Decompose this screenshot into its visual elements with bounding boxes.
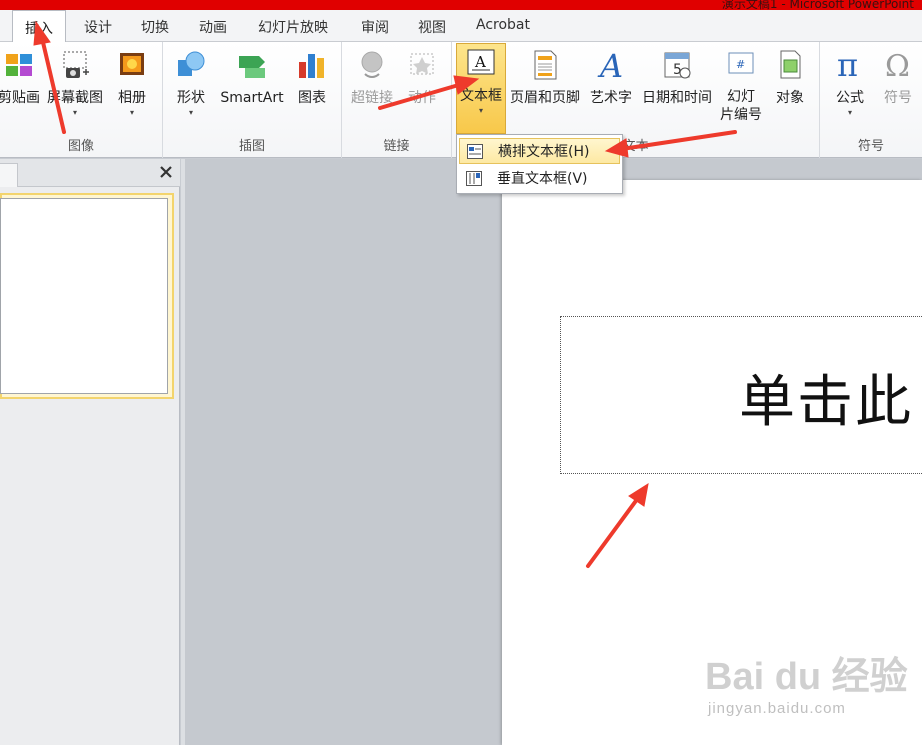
group-image: 剪贴画 屏幕截图 ▾ 相册 ▾ 图像	[0, 42, 163, 158]
menu-item-vertical-textbox[interactable]: 垂直文本框(V)	[459, 166, 620, 192]
tab-view[interactable]: 视图	[418, 17, 446, 37]
chart-button[interactable]: 图表	[293, 46, 331, 108]
tab-review[interactable]: 审阅	[361, 17, 389, 37]
group-label-symbols: 符号	[857, 139, 884, 154]
group-links: 超链接 动作 链接	[342, 42, 452, 158]
svg-text:A: A	[597, 48, 623, 82]
wordart-button[interactable]: A 艺术字	[587, 46, 635, 108]
tab-transitions[interactable]: 切换	[141, 17, 169, 37]
group-label-links: 链接	[383, 139, 410, 154]
datetime-button[interactable]: 5 日期和时间	[638, 46, 716, 108]
clipart-button[interactable]: 剪贴画	[0, 46, 40, 108]
tab-slideshow[interactable]: 幻灯片放映	[258, 17, 328, 37]
screenshot-button[interactable]: 屏幕截图 ▾	[44, 46, 106, 118]
album-icon	[120, 53, 144, 75]
textbox-dropdown-menu: 横排文本框(H) 垂直文本框(V)	[456, 134, 623, 194]
globe-link-icon	[361, 51, 383, 78]
group-symbols: π 公式 ▾ Ω 符号 符号	[820, 42, 922, 158]
chevron-down-icon: ▾	[72, 108, 77, 117]
horizontal-textbox-icon	[467, 144, 483, 159]
textbox-button[interactable]: A 文本框 ▾	[456, 43, 506, 134]
omega-icon: Ω	[885, 49, 910, 82]
watermark-url: jingyan.baidu.com	[708, 700, 846, 717]
album-button[interactable]: 相册 ▾	[112, 46, 152, 118]
group-label-illustrations: 插图	[238, 139, 265, 154]
watermark-logo: Bai du 经验	[705, 656, 908, 698]
slide-thumbnail[interactable]	[0, 198, 168, 394]
chevron-down-icon: ▾	[129, 108, 134, 117]
slides-pane-header	[0, 159, 180, 187]
header-footer-icon	[534, 50, 557, 80]
shapes-icon	[178, 51, 205, 76]
title-bar: 演示文稿1 - Microsoft PowerPoint	[0, 0, 922, 11]
svg-text:Ω: Ω	[885, 49, 910, 82]
ribbon-tabs: 插入 设计 切换 动画 幻灯片放映 审阅 视图 Acrobat	[0, 10, 922, 43]
vertical-textbox-icon	[466, 171, 482, 186]
svg-text:π: π	[837, 48, 858, 82]
equation-button[interactable]: π 公式 ▾	[830, 46, 870, 118]
action-button[interactable]: 动作	[402, 46, 442, 108]
group-label-image: 图像	[67, 139, 94, 154]
chevron-down-icon: ▾	[478, 106, 483, 115]
title-placeholder[interactable]: 单击此	[560, 316, 922, 474]
calendar-icon: 5	[664, 52, 691, 79]
pane-tab-slides[interactable]	[0, 163, 18, 187]
tab-acrobat[interactable]: Acrobat	[476, 17, 530, 33]
chevron-down-icon: ▾	[188, 108, 193, 117]
symbol-button[interactable]: Ω 符号	[878, 46, 918, 108]
slide-number-icon: #	[728, 52, 754, 74]
pi-icon: π	[837, 48, 858, 82]
tab-animations[interactable]: 动画	[199, 17, 227, 37]
wordart-icon: A	[597, 48, 623, 82]
chart-icon	[299, 54, 324, 78]
group-illustrations: 形状 ▾ SmartArt 图表 插图	[163, 42, 342, 158]
clipart-icon	[6, 54, 32, 76]
placeholder-text: 单击此	[739, 370, 913, 435]
object-button[interactable]: 对象	[770, 46, 810, 108]
slides-pane	[0, 159, 180, 745]
shapes-button[interactable]: 形状 ▾	[173, 46, 209, 118]
svg-text:#: #	[736, 58, 745, 71]
tab-design[interactable]: 设计	[84, 17, 112, 37]
menu-item-horizontal-textbox[interactable]: 横排文本框(H)	[459, 138, 620, 164]
smartart-button[interactable]: SmartArt	[217, 46, 287, 108]
header-footer-button[interactable]: 页眉和页脚	[508, 46, 582, 108]
tab-insert[interactable]: 插入	[12, 10, 66, 43]
action-star-icon	[410, 53, 434, 75]
screenshot-icon	[63, 51, 89, 78]
chevron-down-icon: ▾	[847, 108, 852, 117]
smartart-icon	[239, 56, 265, 78]
hyperlink-button[interactable]: 超链接	[348, 46, 396, 108]
slide-number-button[interactable]: # 幻灯 片编号	[718, 46, 764, 124]
close-icon[interactable]	[158, 164, 174, 180]
object-icon	[780, 50, 801, 79]
svg-text:A: A	[474, 53, 486, 71]
textbox-icon: A	[467, 49, 495, 75]
